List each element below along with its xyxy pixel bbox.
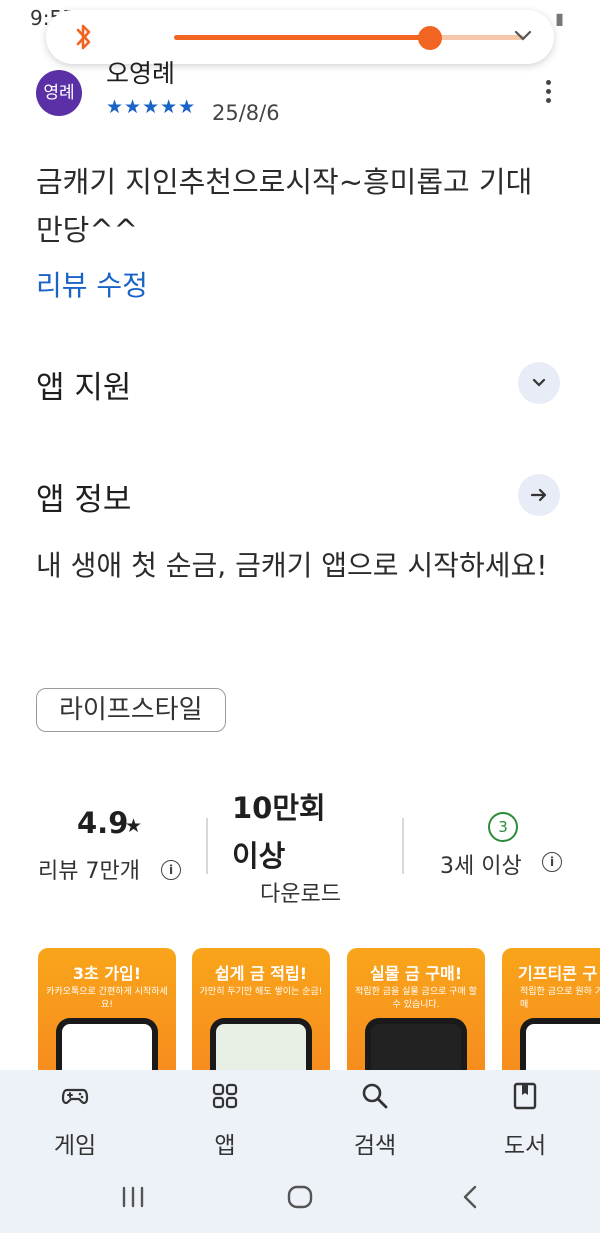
reviewer-avatar: 영례 <box>36 70 82 116</box>
downloads-value: 10만회 이상 <box>232 791 326 873</box>
app-support-expand-button[interactable] <box>518 362 560 404</box>
screenshot-title: 쉽게 금 적립! <box>214 964 308 983</box>
back-icon[interactable] <box>458 1184 484 1210</box>
app-screenshot[interactable]: 쉽게 금 적립! 가만히 두기만 해도 쌓이는 순금! <box>192 948 330 1088</box>
volume-slider[interactable] <box>174 26 524 50</box>
review-stars: ★★★★★ <box>106 96 197 118</box>
app-screenshot[interactable]: 실물 금 구매! 적립한 금을 실물 금으로 구매 할 수 있습니다. <box>347 948 485 1088</box>
home-icon[interactable] <box>287 1184 313 1210</box>
volume-slider-thumb[interactable] <box>417 26 442 50</box>
book-icon <box>513 1082 537 1110</box>
app-screenshot[interactable]: 기프티콘 구 적립한 금으로 원하 기프티콘을 구매 <box>502 948 600 1088</box>
apps-grid-icon <box>212 1083 238 1109</box>
review-text: 금캐기 지인추천으로시작~흥미롭고 기대만당^^ <box>36 165 533 247</box>
review-date: 25/8/6 <box>212 101 280 125</box>
edit-review-link[interactable]: 리뷰 수정 <box>36 264 148 304</box>
screenshot-subtitle: 적립한 금으로 원하 기프티콘을 구매 <box>520 987 600 1010</box>
info-icon[interactable]: i <box>542 852 562 872</box>
age-rating-label: 3세 이상 <box>440 854 522 879</box>
age-rating-badge: 3 <box>488 812 518 842</box>
screenshot-subtitle: 적립한 금을 실물 금으로 구매 할 수 있습니다. <box>355 987 477 1010</box>
play-store-app-page: 9:55 ◉ ✱ ▦ ᯤ ▮ 영례 오영례 ★★★★★ 25/8/6 금캐기 지… <box>0 0 600 1233</box>
reviews-count: 리뷰 7만개 <box>38 859 140 884</box>
volume-slider-fill <box>174 35 430 40</box>
stats-divider <box>206 818 208 874</box>
nav-item-books[interactable]: 도서 <box>475 1070 575 1166</box>
nav-label: 게임 <box>53 1133 97 1159</box>
reviewer-name: 오영례 <box>106 59 176 88</box>
app-support-title[interactable]: 앱 지원 <box>36 362 131 407</box>
app-info-title[interactable]: 앱 정보 <box>36 474 131 519</box>
screenshot-title: 기프티콘 구 <box>518 964 598 983</box>
review-more-options-icon[interactable] <box>540 80 556 108</box>
rating-star-icon: ★ <box>125 815 143 837</box>
gamepad-icon <box>61 1088 89 1105</box>
chevron-down-icon[interactable] <box>512 24 534 46</box>
system-navigation-bar <box>0 1166 600 1233</box>
screenshot-title: 3초 가입! <box>72 964 142 983</box>
screenshot-subtitle: 가만히 두기만 해도 쌓이는 순금! <box>199 987 323 997</box>
nav-label: 앱 <box>214 1133 236 1159</box>
category-chip[interactable]: 라이프스타일 <box>36 688 226 732</box>
arrow-right-icon <box>530 488 547 502</box>
rating-value: 4.9 <box>77 806 129 840</box>
downloads-label: 다운로드 <box>260 882 341 907</box>
info-icon[interactable]: i <box>161 860 181 880</box>
nav-item-search[interactable]: 검색 <box>325 1070 425 1166</box>
nav-label: 검색 <box>353 1133 397 1159</box>
recent-apps-icon[interactable] <box>120 1184 146 1210</box>
app-description: 내 생애 첫 순금, 금캐기 앱으로 시작하세요! <box>36 549 548 582</box>
nav-item-apps[interactable]: 앱 <box>175 1070 275 1166</box>
screenshot-subtitle: 카카오톡으로 간편하게 시작하세요! <box>46 987 168 1010</box>
search-icon <box>362 1083 388 1109</box>
chevron-down-icon <box>532 378 546 387</box>
screenshot-title: 실물 금 구매! <box>369 964 463 983</box>
nav-item-games[interactable]: 게임 <box>25 1070 125 1166</box>
app-screenshot[interactable]: 3초 가입! 카카오톡으로 간편하게 시작하세요! <box>38 948 176 1088</box>
stats-divider <box>402 818 404 874</box>
nav-label: 도서 <box>503 1133 547 1159</box>
bluetooth-icon <box>76 24 91 50</box>
bottom-navigation: 게임 앱 검색 도서 <box>0 1070 600 1166</box>
app-info-arrow-button[interactable] <box>518 474 560 516</box>
